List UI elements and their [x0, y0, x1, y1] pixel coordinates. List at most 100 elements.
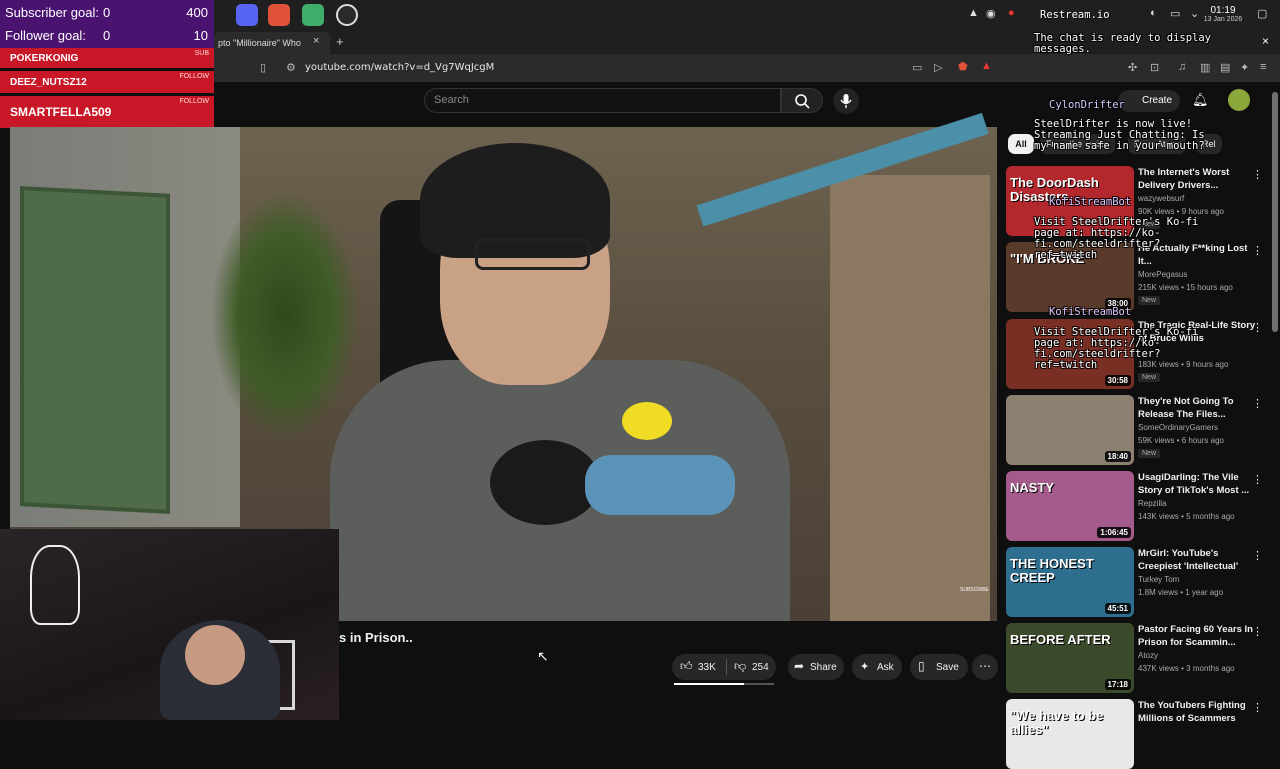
create-button[interactable]: Create — [1118, 90, 1180, 112]
site-info-icon[interactable]: ⚙ — [286, 61, 296, 74]
save-label: Save — [936, 662, 959, 673]
channel-name[interactable]: Repzilla — [1138, 499, 1166, 508]
more-options-icon[interactable]: ⋮ — [1252, 168, 1263, 181]
tab-title: pto "Millionaire" Who — [218, 38, 301, 48]
recommendation-item[interactable]: NASTY 1:06:45 UsagiDarling: The Vile Story… — [1006, 471, 1274, 541]
view-meta: 59K views • 6 hours ago — [1138, 436, 1224, 445]
rewards-icon[interactable]: ▲ — [981, 60, 992, 72]
like-ratio-fill — [674, 683, 744, 685]
chat-username: CylonDrifter — [1049, 99, 1125, 111]
chat-close-icon[interactable]: × — [1262, 34, 1269, 48]
music-icon[interactable]: ♫ — [1178, 61, 1186, 73]
recommendation-item[interactable]: BEFORE AFTER 17:18 Pastor Facing 60 Years … — [1006, 623, 1274, 693]
sidebar-icon[interactable]: ▥ — [1200, 61, 1210, 74]
layers-taskbar-icon[interactable] — [302, 4, 324, 26]
restream-label: Restream.io — [1040, 9, 1110, 21]
recommendation-title[interactable]: They're Not Going To Release The Files..… — [1138, 395, 1256, 421]
ask-button[interactable]: ✦ Ask — [852, 654, 902, 680]
alert-follow: DEEZ_NUTSZ12 FOLLOW — [0, 71, 214, 93]
subscribe-watermark[interactable]: SUBSCRIBE — [960, 587, 989, 593]
video-thumbnail[interactable]: BEFORE AFTER 17:18 — [1006, 623, 1134, 693]
alert-name: DEEZ_NUTSZ12 — [10, 77, 87, 88]
save-button[interactable]: ▯ Save — [910, 654, 968, 680]
alert-sub: POKERKONIG SUB — [0, 48, 214, 68]
video-rubber-duck — [622, 402, 672, 440]
subscriber-goal-label: Subscriber goal: — [5, 5, 99, 20]
video-mic-body — [585, 455, 735, 515]
menu-icon[interactable]: ≡ — [1260, 61, 1266, 73]
dislike-count[interactable]: 254 — [752, 662, 769, 673]
video-thumbnail[interactable]: THE HONEST CREEP 45:51 — [1006, 547, 1134, 617]
wallet-icon[interactable]: ▤ — [1220, 61, 1230, 74]
recommendation-item[interactable]: "We have to be allies" The YouTubers Figh… — [1006, 699, 1274, 769]
network-icon[interactable]: ▭ — [1170, 7, 1180, 20]
thumbs-down-icon[interactable]: 👎︎ — [734, 659, 746, 674]
cast-icon[interactable]: ▭ — [912, 61, 922, 74]
show-desktop-icon[interactable]: ▢ — [1257, 7, 1267, 20]
new-tab-button[interactable]: + — [336, 34, 344, 49]
recommendation-item[interactable]: 18:40 They're Not Going To Release The Fi… — [1006, 395, 1274, 465]
share-button[interactable]: ➦ Share — [788, 654, 844, 680]
screenshot-icon[interactable]: ⊡ — [1150, 61, 1159, 74]
bookmark-icon[interactable]: ▯ — [260, 61, 266, 74]
thumbs-up-icon[interactable]: 👍︎ — [680, 659, 693, 674]
more-options-icon[interactable]: ⋮ — [1252, 701, 1263, 714]
sidebar-scrollbar[interactable] — [1272, 92, 1278, 332]
clock-date: 13 Jan 2026 — [1203, 16, 1243, 23]
video-thumbnail[interactable]: NASTY 1:06:45 — [1006, 471, 1134, 541]
channel-name[interactable]: Atozy — [1138, 651, 1158, 660]
voice-search-button[interactable] — [833, 88, 859, 114]
recommendation-title[interactable]: The Internet's Worst Delivery Drivers... — [1138, 166, 1256, 192]
video-thumbnail[interactable]: "We have to be allies" — [1006, 699, 1134, 769]
video-title: s in Prison.. — [339, 630, 413, 645]
recommendation-item[interactable]: THE HONEST CREEP 45:51 MrGirl: YouTube's C… — [1006, 547, 1274, 617]
brave-taskbar-icon[interactable] — [268, 4, 290, 26]
channel-name[interactable]: wazywebsurf — [1138, 194, 1184, 203]
more-options-icon[interactable]: ⋮ — [1252, 473, 1263, 486]
discord-taskbar-icon[interactable] — [236, 4, 258, 26]
url-field[interactable]: youtube.com/watch?v=d_Vg7WqJcgM — [305, 62, 494, 73]
obs-taskbar-icon[interactable] — [336, 4, 358, 26]
more-actions-button[interactable]: ⋯ — [972, 654, 998, 680]
recommendation-title[interactable]: The YouTubers Fighting Millions of Scamm… — [1138, 699, 1256, 725]
more-options-icon[interactable]: ⋮ — [1252, 549, 1263, 562]
avatar[interactable] — [1228, 89, 1250, 111]
recommendation-title[interactable]: MrGirl: YouTube's Creepiest 'Intellectua… — [1138, 547, 1256, 573]
more-options-icon[interactable]: ⋮ — [1252, 321, 1263, 334]
search-input[interactable] — [424, 88, 781, 113]
like-dislike-group: 👍︎ 33K 👎︎ 254 — [672, 654, 776, 680]
channel-name[interactable]: MorePegasus — [1138, 270, 1187, 279]
video-mic-windscreen — [490, 440, 600, 525]
extensions-icon[interactable]: ✣ — [1128, 61, 1137, 74]
notifications-bell-icon[interactable]: 🔔︎ — [1192, 92, 1209, 108]
video-rug — [20, 186, 170, 514]
subscriber-goal-value: 0 — [103, 5, 111, 20]
new-badge: New — [1138, 449, 1161, 458]
search-button[interactable] — [781, 88, 823, 113]
alert-follow: SMARTFELLA509 FOLLOW — [0, 96, 214, 128]
video-thumbnail[interactable]: 18:40 — [1006, 395, 1134, 465]
chat-message: Visit SteelDrifter's Ko-fi page at: http… — [1034, 216, 1199, 261]
more-options-icon[interactable]: ⋮ — [1252, 397, 1263, 410]
play-icon[interactable]: ▷ — [934, 61, 942, 74]
chip-all[interactable]: All — [1008, 134, 1034, 154]
more-options-icon[interactable]: ⋮ — [1252, 625, 1263, 638]
more-options-icon[interactable]: ⋮ — [1252, 244, 1263, 257]
channel-name[interactable]: SomeOrdinaryGamers — [1138, 423, 1218, 432]
notification-icon[interactable]: ▲ — [968, 7, 979, 19]
close-tab-icon[interactable]: × — [313, 35, 319, 47]
new-badge: New — [1138, 373, 1161, 382]
record-tray-icon[interactable]: ● — [1008, 7, 1015, 19]
brave-shield-icon[interactable]: ⬟ — [958, 60, 968, 73]
search-icon — [795, 94, 810, 109]
clock-time: 01:19 — [1210, 5, 1236, 16]
channel-name[interactable]: Turkey Tom — [1138, 575, 1179, 584]
like-count[interactable]: 33K — [698, 662, 716, 673]
recommendation-title[interactable]: Pastor Facing 60 Years In Prison for Sca… — [1138, 623, 1256, 649]
leo-icon[interactable]: ✦ — [1240, 61, 1249, 74]
recommendation-title[interactable]: UsagiDarling: The Vile Story of TikTok's… — [1138, 471, 1256, 497]
discord-tray-icon[interactable]: ◉ — [986, 7, 996, 20]
volume-icon[interactable]: ◐ — [1150, 7, 1157, 19]
view-meta: 437K views • 3 months ago — [1138, 664, 1235, 673]
view-meta: 90K views • 9 hours ago — [1138, 207, 1224, 216]
